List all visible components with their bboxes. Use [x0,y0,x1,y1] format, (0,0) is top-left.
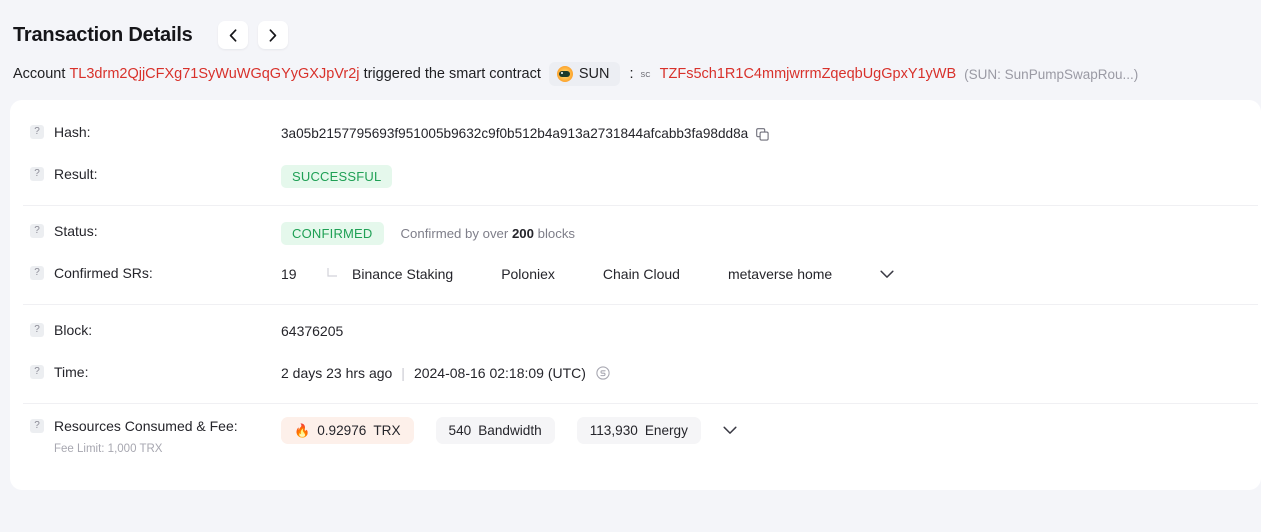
result-status-badge: SUCCESSFUL [281,165,392,188]
time-separator: | [401,365,405,381]
page-header: Transaction Details [0,0,1261,52]
help-icon[interactable]: ? [30,323,44,337]
row-result: ? Result: SUCCESSFUL [10,156,1261,198]
copy-icon[interactable] [756,128,769,141]
energy-unit: Energy [645,423,688,438]
row-status-label: Status: [54,222,98,240]
row-time-value-group: 2 days 23 hrs ago | 2024-08-16 02:18:09 … [281,354,1261,383]
token-symbol-label: SUN [579,66,610,82]
next-transaction-button[interactable] [258,21,288,49]
row-status-value-group: CONFIRMED Confirmed by over 200 blocks [281,213,1261,245]
confirmation-note-prefix: Confirmed by over [401,226,509,241]
help-icon[interactable]: ? [30,419,44,433]
row-confirmed-srs-label: Confirmed SRs: [54,264,153,282]
row-result-label-group: ? Result: [30,156,281,183]
confirmed-sr-count: 19 [281,266,327,282]
chevron-right-icon [269,29,277,42]
help-icon[interactable]: ? [30,125,44,139]
row-block-label: Block: [54,321,92,339]
sr-name-2[interactable]: Chain Cloud [603,266,680,282]
row-time-label: Time: [54,363,88,381]
sun-token-icon [557,66,573,82]
page-title: Transaction Details [13,24,193,47]
row-hash-value-group: 3a05b2157795693f951005b9632c9f0b512b4a91… [281,114,1261,143]
time-format-toggle-icon[interactable] [596,366,610,380]
row-result-label: Result: [54,165,98,183]
row-hash-label: Hash: [54,123,91,141]
section-divider [23,403,1258,404]
row-status: ? Status: CONFIRMED Confirmed by over 20… [10,213,1261,255]
confirmation-note: Confirmed by over 200 blocks [401,226,576,241]
row-hash: ? Hash: 3a05b2157795693f951005b9632c9f0b… [10,114,1261,156]
resource-chip-trx: 🔥 0.92976 TRX [281,417,414,444]
corner-bracket-icon [327,267,338,280]
row-resources-value-group: 🔥 0.92976 TRX 540 Bandwidth 113,930 Ener… [281,411,1261,444]
row-block-value-group: 64376205 [281,312,1261,341]
bandwidth-unit: Bandwidth [478,423,541,438]
row-status-label-group: ? Status: [30,213,281,240]
row-hash-label-group: ? Hash: [30,114,281,141]
row-confirmed-srs-label-group: ? Confirmed SRs: [30,255,281,282]
sr-name-1[interactable]: Poloniex [501,266,555,282]
account-address-link[interactable]: TL3drm2QjjCFXg71SyWuWGqGYyGXJpVr2j [69,66,359,82]
time-absolute-value: 2024-08-16 02:18:09 (UTC) [414,365,586,381]
row-result-value-group: SUCCESSFUL [281,156,1261,188]
section-divider [23,304,1258,305]
fee-limit-sublabel: Fee Limit: 1,000 TRX [54,442,238,456]
prev-transaction-button[interactable] [218,21,248,49]
row-block: ? Block: 64376205 [10,312,1261,354]
transaction-summary: Account TL3drm2QjjCFXg71SyWuWGqGYyGXJpVr… [0,52,1261,96]
row-resources-label: Resources Consumed & Fee: [54,418,238,434]
help-icon[interactable]: ? [30,266,44,280]
summary-middle-text: triggered the smart contract [364,66,541,82]
nav-button-group [218,21,288,49]
help-icon[interactable]: ? [30,167,44,181]
confirmation-block-count: 200 [512,226,534,241]
contract-address-link[interactable]: TZFs5ch1R1C4mmjwrrmZqeqbUgGpxY1yWB [660,66,957,82]
expand-resources-chevron-down-icon[interactable] [723,426,737,435]
trx-fee-amount: 0.92976 [317,423,366,438]
summary-account-prefix: Account [13,66,65,82]
row-resources: ? Resources Consumed & Fee: Fee Limit: 1… [10,411,1261,456]
resource-chip-bandwidth: 540 Bandwidth [436,417,555,444]
row-resources-label-group: ? Resources Consumed & Fee: Fee Limit: 1… [30,411,281,456]
sr-name-0[interactable]: Binance Staking [352,266,453,282]
help-icon[interactable]: ? [30,365,44,379]
block-number-value[interactable]: 64376205 [281,323,343,339]
summary-colon: : [630,66,634,82]
row-confirmed-srs-value-group: 19 Binance Staking Poloniex Chain Cloud … [281,255,1261,284]
status-badge: CONFIRMED [281,222,384,245]
smart-contract-badge: SC [641,68,651,80]
time-relative-value: 2 days 23 hrs ago [281,365,392,381]
transaction-hash-value: 3a05b2157795693f951005b9632c9f0b512b4a91… [281,126,748,141]
section-divider [23,205,1258,206]
contract-name-note: (SUN: SunPumpSwapRou...) [964,67,1138,82]
trx-fee-unit: TRX [373,423,400,438]
chevron-left-icon [229,29,237,42]
token-chip-sun[interactable]: SUN [549,62,620,86]
resource-chip-energy: 113,930 Energy [577,417,701,444]
sr-name-3[interactable]: metaverse home [728,266,832,282]
row-confirmed-srs: ? Confirmed SRs: 19 Binance Staking Polo… [10,255,1261,297]
confirmation-note-suffix: blocks [538,226,575,241]
flame-icon: 🔥 [294,424,310,437]
energy-amount: 113,930 [590,423,638,438]
row-resources-label-block: Resources Consumed & Fee: Fee Limit: 1,0… [54,417,238,456]
expand-srs-chevron-down-icon[interactable] [880,270,894,279]
row-time-label-group: ? Time: [30,354,281,381]
transaction-details-card: ? Hash: 3a05b2157795693f951005b9632c9f0b… [10,100,1261,490]
bandwidth-amount: 540 [449,423,472,438]
row-time: ? Time: 2 days 23 hrs ago | 2024-08-16 0… [10,354,1261,396]
row-block-label-group: ? Block: [30,312,281,339]
help-icon[interactable]: ? [30,224,44,238]
